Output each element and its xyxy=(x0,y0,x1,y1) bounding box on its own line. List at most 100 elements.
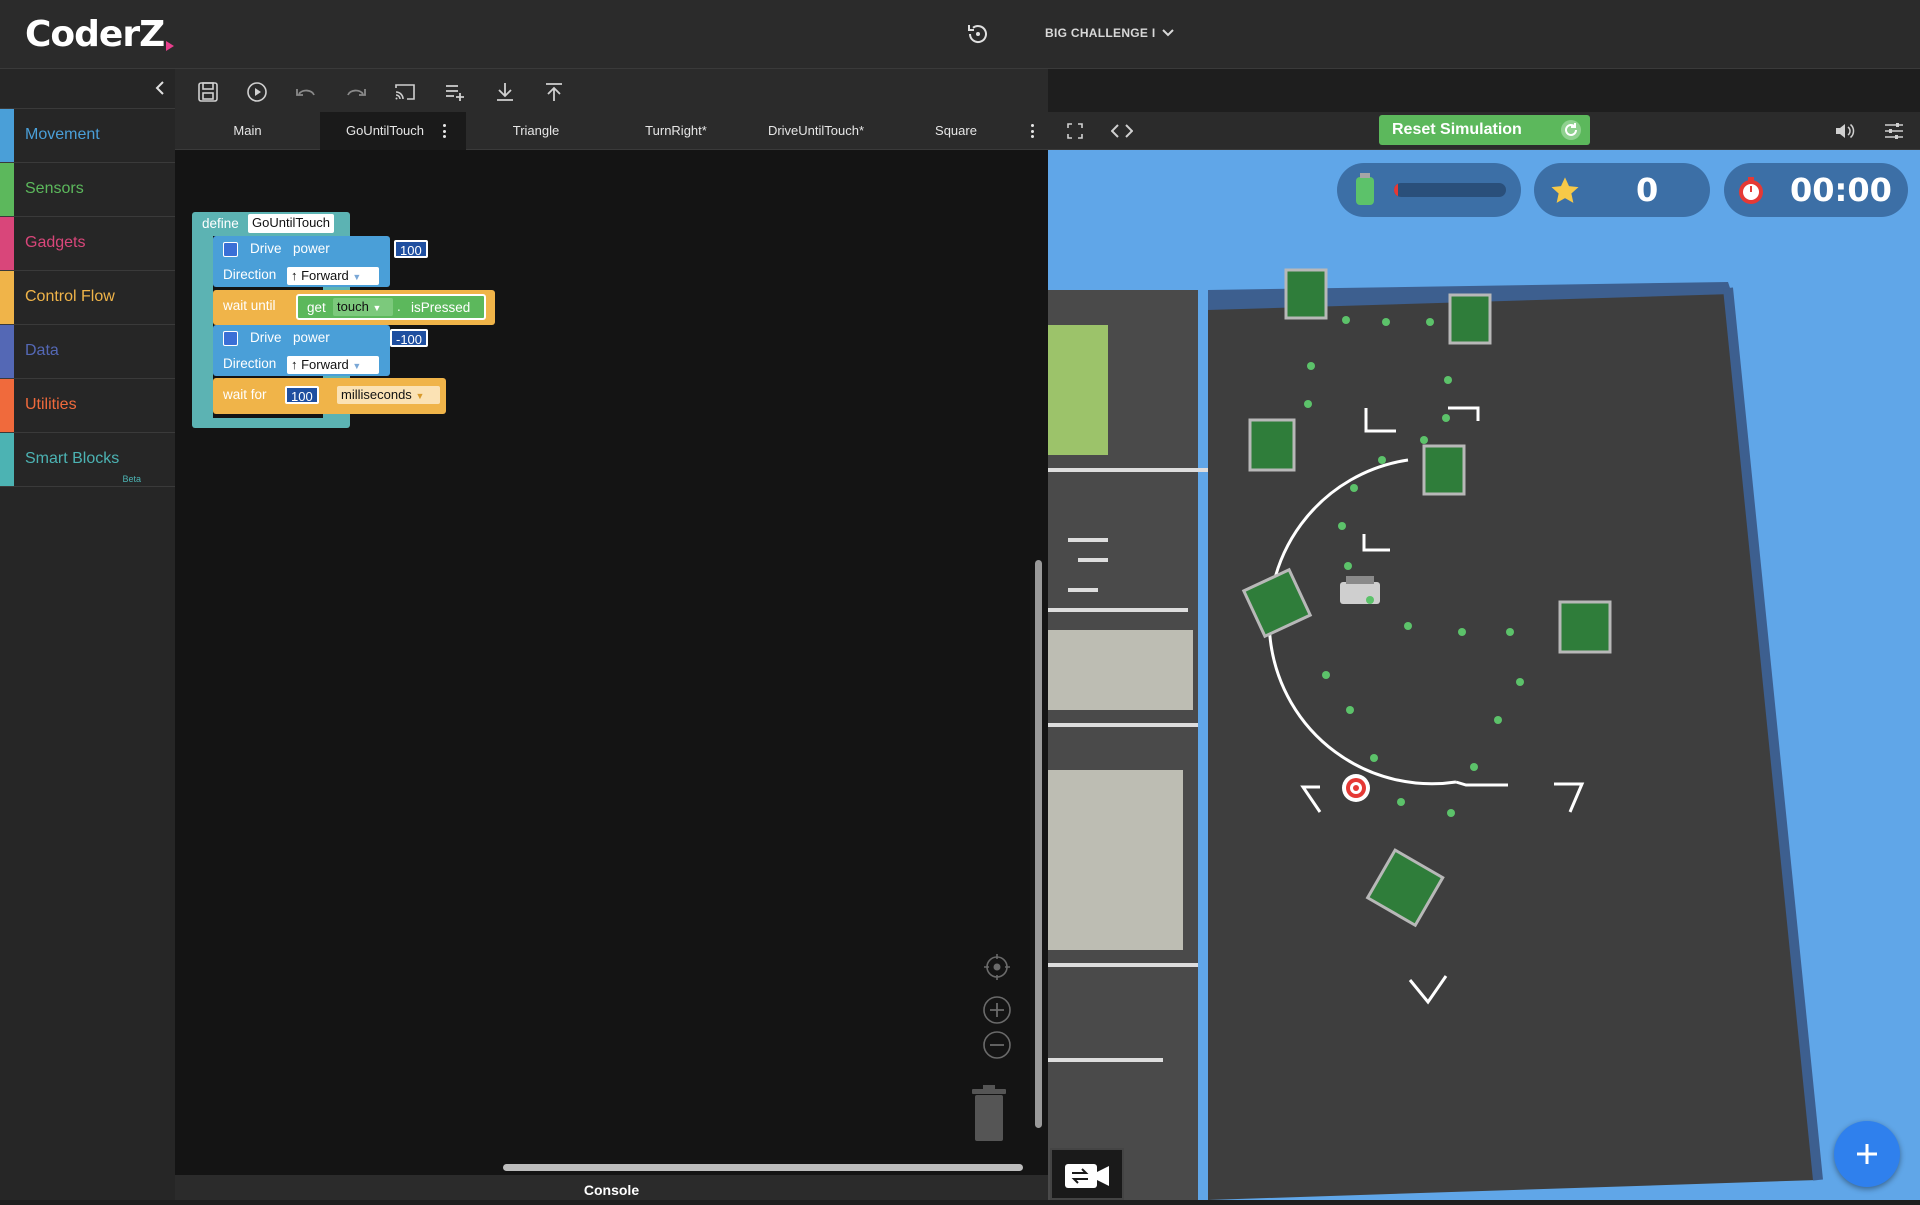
category-sensors[interactable]: Sensors xyxy=(0,163,175,217)
drive-power-input[interactable]: 100 xyxy=(394,240,428,258)
direction-label: Direction xyxy=(223,267,277,282)
workspace-horizontal-scrollbar[interactable] xyxy=(503,1164,1023,1171)
direction-label: Direction xyxy=(223,356,277,371)
zoom-in-icon[interactable] xyxy=(982,995,1012,1025)
console-bar[interactable]: Console xyxy=(175,1175,1048,1200)
timer-value: 00:00 xyxy=(1790,171,1892,209)
drive-label: Drive xyxy=(250,241,282,256)
download-icon[interactable] xyxy=(493,80,517,104)
redo-icon[interactable] xyxy=(344,80,368,104)
save-icon[interactable] xyxy=(196,80,220,104)
tab-driveuntiltouch[interactable]: DriveUntilTouch* xyxy=(746,112,886,150)
history-icon[interactable] xyxy=(966,22,990,46)
category-color-bar xyxy=(0,271,14,324)
sidebar-header xyxy=(0,69,175,109)
category-color-bar xyxy=(0,109,14,162)
console-label: Console xyxy=(583,1182,640,1198)
power-label: power xyxy=(293,330,330,345)
category-data[interactable]: Data xyxy=(0,325,175,379)
category-movement[interactable]: Movement xyxy=(0,109,175,163)
category-gadgets[interactable]: Gadgets xyxy=(0,217,175,271)
dropdown-arrow-icon: ▼ xyxy=(352,361,362,371)
undo-icon[interactable] xyxy=(294,80,318,104)
arena-scene xyxy=(1048,268,1823,1200)
category-label: Data xyxy=(25,342,59,359)
gear-icon xyxy=(223,331,238,346)
fullscreen-icon[interactable] xyxy=(1067,123,1083,139)
workspace-vertical-scrollbar[interactable] xyxy=(1035,560,1042,1128)
volume-icon[interactable] xyxy=(1835,122,1855,140)
category-label: Movement xyxy=(25,126,100,143)
drive-power-input[interactable]: -100 xyxy=(390,329,429,347)
collapse-sidebar-icon[interactable] xyxy=(151,79,169,97)
category-color-bar xyxy=(0,163,14,216)
plus-icon xyxy=(1857,1144,1877,1164)
battery-can-icon xyxy=(1356,173,1374,205)
challenge-label: BIG CHALLENGE I xyxy=(1045,26,1156,40)
play-icon[interactable] xyxy=(245,80,269,104)
get-label: get xyxy=(307,300,326,315)
tab-label: GoUntilTouch xyxy=(345,123,425,138)
stopwatch-icon xyxy=(1739,177,1763,204)
camera-switch-button[interactable] xyxy=(1050,1148,1124,1200)
category-color-bar xyxy=(0,379,14,432)
coderz-logo[interactable]: CoderZ xyxy=(25,14,175,55)
wait-until-label: wait until xyxy=(223,298,276,313)
category-utilities[interactable]: Utilities xyxy=(0,379,175,433)
upload-icon[interactable] xyxy=(542,80,566,104)
tabs-overflow-icon[interactable] xyxy=(1028,122,1038,140)
add-fab-button[interactable] xyxy=(1834,1121,1900,1187)
code-view-icon[interactable] xyxy=(1111,123,1133,139)
sensor-dropdown[interactable]: touch ▼ xyxy=(333,298,393,316)
dropdown-arrow-icon: ▼ xyxy=(372,303,382,313)
direction-dropdown[interactable]: ↑ Forward ▼ xyxy=(287,267,379,285)
function-name-field[interactable]: GoUntilTouch xyxy=(248,214,335,233)
reset-simulation-label: Reset Simulation xyxy=(1392,121,1522,138)
category-control-flow[interactable]: Control Flow xyxy=(0,271,175,325)
battery-bar-fill xyxy=(1394,183,1399,197)
recenter-icon[interactable] xyxy=(982,952,1012,982)
dropdown-arrow-icon: ▼ xyxy=(415,391,425,401)
tab-gountiltouch[interactable]: GoUntilTouch xyxy=(320,112,466,150)
switch-camera-icon xyxy=(1065,1164,1109,1188)
zoom-out-icon[interactable] xyxy=(982,1030,1012,1060)
category-smart-blocks[interactable]: Smart Blocks Beta xyxy=(0,433,175,487)
unit-dropdown[interactable]: milliseconds ▼ xyxy=(337,386,440,404)
tab-triangle[interactable]: Triangle xyxy=(466,112,606,150)
tab-menu-icon[interactable] xyxy=(440,122,450,140)
category-color-bar xyxy=(0,217,14,270)
simulation-viewport[interactable]: 0 00:00 xyxy=(1048,150,1920,1200)
unit-value: milliseconds xyxy=(341,387,412,402)
category-label: Utilities xyxy=(25,396,77,413)
sensor-value: touch xyxy=(337,299,369,314)
wait-amount-input[interactable]: 100 xyxy=(285,386,319,404)
direction-value: ↑ Forward xyxy=(291,268,349,283)
category-label: Sensors xyxy=(25,180,84,197)
direction-dropdown[interactable]: ↑ Forward ▼ xyxy=(287,356,379,374)
reset-simulation-button[interactable]: Reset Simulation xyxy=(1379,115,1590,145)
tab-label: TurnRight* xyxy=(645,123,707,138)
function-tabs: Main GoUntilTouch Triangle TurnRight* Dr… xyxy=(175,112,1048,150)
tab-square[interactable]: Square xyxy=(886,112,1026,150)
battery-hud xyxy=(1337,163,1521,217)
logo-text: CoderZ xyxy=(25,14,165,55)
drive-label: Drive xyxy=(250,330,282,345)
cast-icon[interactable] xyxy=(393,80,417,104)
tab-turnright[interactable]: TurnRight* xyxy=(606,112,746,150)
refresh-icon xyxy=(1561,120,1581,140)
tab-label: Triangle xyxy=(512,123,560,138)
challenge-selector[interactable]: BIG CHALLENGE I xyxy=(1045,26,1174,40)
wait-for-label: wait for xyxy=(223,387,267,402)
tab-main[interactable]: Main xyxy=(175,112,320,150)
trash-icon[interactable] xyxy=(970,1085,1008,1143)
top-bar: CoderZ BIG CHALLENGE I xyxy=(0,0,1920,69)
beta-badge: Beta xyxy=(122,474,141,484)
gear-icon xyxy=(223,242,238,257)
category-label: Smart Blocks xyxy=(25,450,120,467)
dropdown-arrow-icon: ▼ xyxy=(352,272,362,282)
settings-sliders-icon[interactable] xyxy=(1884,122,1904,140)
score-value: 0 xyxy=(1636,171,1659,209)
score-hud: 0 xyxy=(1534,163,1710,217)
add-list-icon[interactable] xyxy=(443,80,467,104)
power-label: power xyxy=(293,241,330,256)
